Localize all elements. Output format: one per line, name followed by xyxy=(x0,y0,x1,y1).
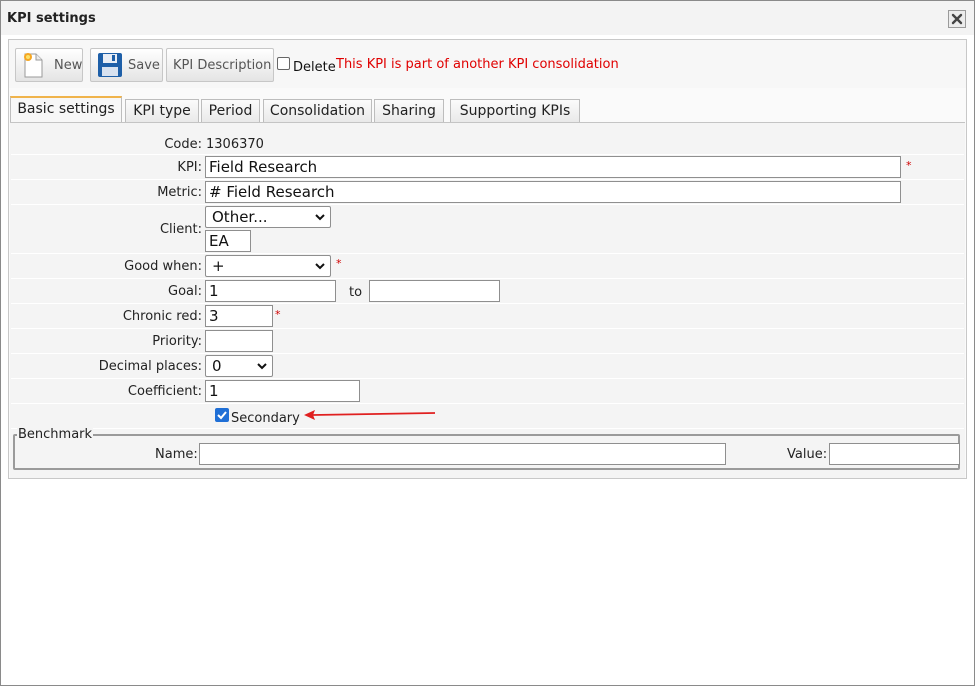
benchmark-value-input[interactable] xyxy=(829,443,960,465)
required-marker: * xyxy=(336,257,342,270)
chronic-red-row: Chronic red: 3 * xyxy=(11,304,964,329)
save-button[interactable]: Save xyxy=(90,48,163,82)
kpi-description-label: KPI Description xyxy=(173,58,272,73)
chevron-down-icon xyxy=(257,363,267,370)
metric-row: Metric: # Field Research xyxy=(11,180,964,205)
priority-input[interactable] xyxy=(205,330,273,352)
tab-label: Supporting KPIs xyxy=(459,103,571,119)
code-row: Code: 1306370 xyxy=(11,132,964,155)
benchmark-value-label: Value: xyxy=(787,447,828,462)
kpi-settings-window: KPI settings New Save KPI Description De… xyxy=(0,0,975,686)
required-marker: * xyxy=(275,308,281,321)
goal-from-input[interactable]: 1 xyxy=(205,280,336,302)
client-row: Client: Other... EA xyxy=(11,205,964,254)
priority-label: Priority: xyxy=(152,334,202,349)
benchmark-name-input[interactable] xyxy=(199,443,726,465)
client-select-value: Other... xyxy=(212,208,268,226)
tab-kpi-type[interactable]: KPI type xyxy=(125,99,199,122)
settings-panel: New Save KPI Description Delete This KPI… xyxy=(8,39,967,479)
chevron-down-icon xyxy=(315,263,325,270)
goal-label: Goal: xyxy=(168,284,202,299)
checkmark-icon xyxy=(217,411,227,420)
good-when-value: + xyxy=(212,257,225,275)
code-label: Code: xyxy=(164,137,202,152)
kpi-label: KPI: xyxy=(177,160,202,175)
benchmark-name-label: Name: xyxy=(155,447,198,462)
coefficient-input[interactable]: 1 xyxy=(205,380,360,402)
tab-label: Period xyxy=(208,103,253,119)
tab-period[interactable]: Period xyxy=(201,99,260,122)
coefficient-label: Coefficient: xyxy=(127,384,202,399)
tab-sharing[interactable]: Sharing xyxy=(374,99,444,122)
tab-label: Sharing xyxy=(382,103,436,119)
kpi-input[interactable]: Field Research xyxy=(205,156,901,178)
tab-label: Basic settings xyxy=(17,101,115,117)
window-title: KPI settings xyxy=(7,11,96,26)
new-button-label: New xyxy=(54,58,83,73)
good-when-row: Good when: + * xyxy=(11,254,964,279)
close-button[interactable] xyxy=(948,10,966,28)
benchmark-legend: Benchmark xyxy=(17,427,94,442)
floppy-disk-icon xyxy=(98,53,122,77)
kpi-description-button[interactable]: KPI Description xyxy=(166,48,274,82)
tab-basic-settings[interactable]: Basic settings xyxy=(10,96,122,122)
benchmark-group: Benchmark Name: Value: xyxy=(13,427,960,470)
tab-consolidation[interactable]: Consolidation xyxy=(263,99,372,122)
goal-to-input[interactable] xyxy=(369,280,500,302)
tab-label: KPI type xyxy=(133,103,191,119)
delete-label: Delete xyxy=(293,60,336,75)
consolidation-warning: This KPI is part of another KPI consolid… xyxy=(336,57,619,72)
metric-label: Metric: xyxy=(157,185,202,200)
new-button[interactable]: New xyxy=(15,48,83,82)
chronic-red-label: Chronic red: xyxy=(122,309,202,324)
required-marker: * xyxy=(906,159,912,172)
basic-settings-form: Code: 1306370 KPI: Field Research * Metr… xyxy=(10,122,965,478)
secondary-row: Secondary xyxy=(11,404,964,429)
goal-row: Goal: 1 to xyxy=(11,279,964,304)
priority-row: Priority: xyxy=(11,329,964,354)
decimal-places-row: Decimal places: 0 xyxy=(11,354,964,379)
tab-bar: Basic settings KPI type Period Consolida… xyxy=(9,96,966,122)
new-document-icon xyxy=(24,53,43,78)
tab-supporting-kpis[interactable]: Supporting KPIs xyxy=(450,99,580,122)
annotation-arrow-icon xyxy=(304,410,436,420)
decimal-places-label: Decimal places: xyxy=(98,359,202,374)
save-button-label: Save xyxy=(128,58,160,73)
client-code-input[interactable]: EA xyxy=(205,230,251,252)
chronic-red-input[interactable]: 3 xyxy=(205,305,273,327)
client-label: Client: xyxy=(159,222,202,237)
close-icon xyxy=(951,13,963,25)
coefficient-row: Coefficient: 1 xyxy=(11,379,964,404)
delete-checkbox[interactable] xyxy=(277,57,290,70)
goal-to-label: to xyxy=(349,285,363,300)
client-select[interactable]: Other... xyxy=(205,206,331,228)
secondary-checkbox[interactable] xyxy=(215,408,229,422)
good-when-label: Good when: xyxy=(124,259,202,274)
kpi-row: KPI: Field Research * xyxy=(11,155,964,180)
chevron-down-icon xyxy=(315,214,325,221)
good-when-select[interactable]: + xyxy=(205,255,331,277)
toolbar: New Save KPI Description Delete This KPI… xyxy=(9,40,966,88)
title-bar: KPI settings xyxy=(1,1,974,35)
decimal-places-select[interactable]: 0 xyxy=(205,355,273,377)
decimal-places-value: 0 xyxy=(212,357,222,375)
code-value: 1306370 xyxy=(206,137,264,152)
tab-label: Consolidation xyxy=(269,103,366,119)
metric-input[interactable]: # Field Research xyxy=(205,181,901,203)
secondary-label: Secondary xyxy=(231,411,300,426)
